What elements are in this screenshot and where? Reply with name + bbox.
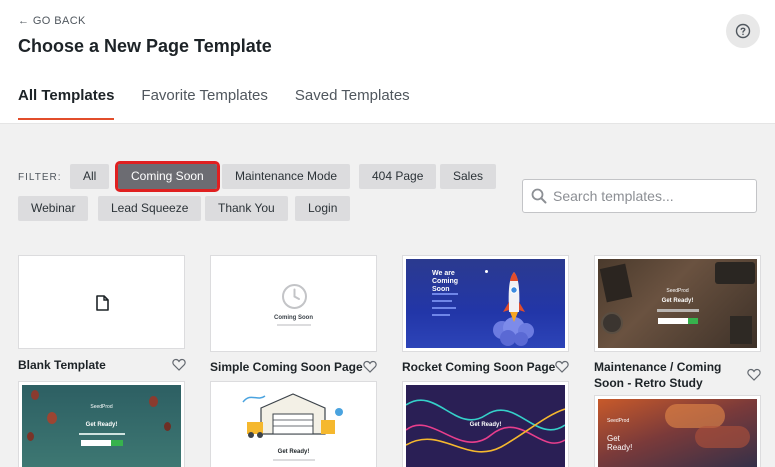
template-thumbnail-illustration[interactable]: Get Ready!	[210, 381, 377, 467]
template-title[interactable]: Rocket Coming Soon Page	[402, 359, 555, 375]
go-back-link[interactable]: ← GO BACK	[18, 15, 86, 27]
template-tabs: All Templates Favorite Templates Saved T…	[18, 87, 437, 120]
filter-chip-404-page[interactable]: 404 Page	[359, 164, 437, 189]
tab-favorite-templates[interactable]: Favorite Templates	[141, 87, 267, 120]
thumbnail-heading: Get Ready!	[607, 434, 633, 452]
filter-chip-login[interactable]: Login	[295, 196, 351, 221]
thumbnail-heading: Get Ready!	[661, 298, 694, 304]
template-thumbnail-waves[interactable]: Get Ready!	[402, 381, 569, 467]
template-title[interactable]: Blank Template	[18, 357, 106, 373]
tab-all-templates[interactable]: All Templates	[18, 87, 115, 120]
template-title[interactable]: Maintenance / Coming Soon - Retro Study	[594, 359, 744, 391]
filter-chip-sales[interactable]: Sales	[440, 164, 497, 189]
template-thumbnail-retro-study[interactable]: SeedProd Get Ready!	[594, 255, 761, 352]
clock-icon	[282, 284, 307, 309]
search-box	[522, 179, 757, 213]
heart-icon[interactable]	[172, 358, 186, 371]
filter-chip-thank-you[interactable]: Thank You	[205, 196, 288, 221]
thumbnail-brand: SeedProd	[607, 418, 630, 424]
thumbnail-heading: We are Coming Soon	[432, 270, 459, 293]
heart-icon[interactable]	[555, 360, 569, 373]
thumbnail-heading: Coming Soon	[274, 315, 313, 321]
template-thumbnail-balloons[interactable]: SeedProd Get Ready!	[18, 381, 185, 467]
filter-chip-lead-squeeze[interactable]: Lead Squeeze	[98, 196, 202, 221]
rocket-icon	[493, 272, 534, 346]
template-thumbnail-clouds[interactable]: SeedProd Get Ready!	[594, 395, 761, 467]
filter-chip-webinar[interactable]: Webinar	[18, 196, 89, 221]
filter-chip-all[interactable]: All	[70, 164, 110, 189]
thumbnail-text-line	[277, 324, 311, 326]
filter-label: FILTER:	[18, 172, 62, 183]
thumbnail-heading: Get Ready!	[85, 422, 118, 428]
filter-chip-coming-soon[interactable]: Coming Soon	[115, 161, 220, 192]
header: ← GO BACK Choose a New Page Template All…	[0, 0, 775, 124]
tab-saved-templates[interactable]: Saved Templates	[295, 87, 410, 120]
template-thumbnail-rocket-coming-soon[interactable]: We are Coming Soon	[402, 255, 569, 352]
template-title[interactable]: Simple Coming Soon Page	[210, 359, 363, 375]
question-circle-icon	[735, 23, 751, 39]
search-icon	[531, 188, 547, 204]
filter-chip-maintenance-mode[interactable]: Maintenance Mode	[222, 164, 351, 189]
thumbnail-heading: Get Ready!	[469, 422, 502, 428]
heart-icon[interactable]	[363, 360, 377, 373]
template-thumbnail-simple-coming-soon[interactable]: Coming Soon	[210, 255, 377, 352]
help-button[interactable]	[726, 14, 760, 48]
search-input[interactable]	[553, 188, 748, 204]
template-thumbnail-blank[interactable]	[18, 255, 185, 349]
thumbnail-brand: SeedProd	[666, 288, 689, 294]
file-icon	[96, 295, 109, 311]
heart-icon[interactable]	[747, 368, 761, 381]
workshop-illustration	[242, 393, 343, 438]
thumbnail-heading: Get Ready!	[277, 449, 310, 455]
thumbnail-brand: SeedProd	[90, 404, 113, 410]
page-title: Choose a New Page Template	[18, 36, 272, 56]
